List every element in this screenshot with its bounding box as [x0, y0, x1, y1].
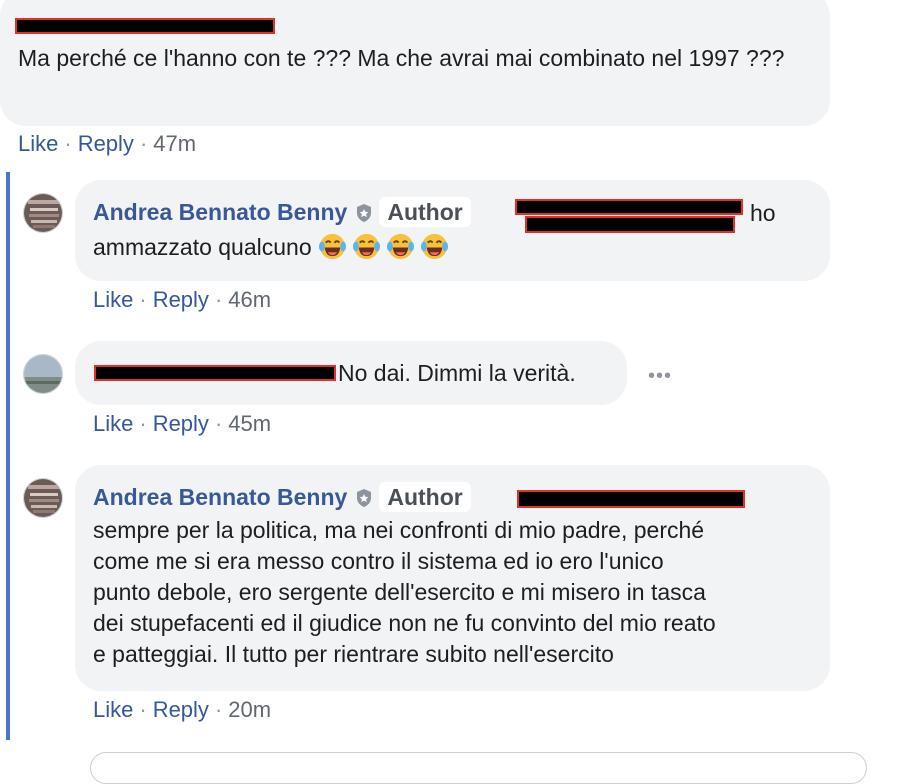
comment-line: punto debole, ero sergente dell'esercito… — [93, 579, 706, 605]
comment-text: sempre per la politica, ma nei confronti… — [93, 515, 823, 670]
comment-text: ammazzato qualcuno — [93, 234, 312, 260]
like-link[interactable]: Like — [93, 697, 133, 722]
comment-actions: Like · Reply · 47m — [18, 131, 197, 156]
reply-composer-input[interactable] — [90, 752, 867, 784]
redacted-author-name — [94, 365, 336, 381]
avatar[interactable] — [23, 193, 63, 233]
reply-link[interactable]: Reply — [153, 287, 209, 312]
comment-bubble-top: Ma perché ce l'hanno con te ??? Ma che a… — [0, 0, 830, 126]
avatar[interactable] — [23, 354, 63, 394]
comment-text: ho — [750, 200, 776, 226]
comment-actions: Like · Reply · 46m — [93, 287, 272, 312]
author-name[interactable]: Andrea Bennato Benny — [93, 199, 347, 225]
laughing-tears-emoji-icon — [318, 233, 347, 260]
timestamp[interactable]: 20m — [228, 697, 271, 722]
comment-line: e patteggiai. Il tutto per rientrare sub… — [93, 641, 614, 667]
like-link[interactable]: Like — [93, 287, 133, 312]
reply-link[interactable]: Reply — [78, 131, 134, 156]
redacted-mention — [515, 199, 743, 215]
comment-line: sempre per la politica, ma nei confronti… — [93, 517, 705, 543]
reply-link[interactable]: Reply — [153, 411, 209, 436]
comment-text: No dai. Dimmi la verità. — [338, 360, 576, 386]
author-name[interactable]: Andrea Bennato Benny — [93, 484, 347, 510]
redacted-author-name — [15, 18, 275, 34]
comment-actions: Like · Reply · 20m — [93, 697, 272, 722]
avatar[interactable] — [23, 478, 63, 518]
like-link[interactable]: Like — [18, 131, 58, 156]
reply-link[interactable]: Reply — [153, 697, 209, 722]
comment-actions: Like · Reply · 45m — [93, 411, 272, 436]
laughing-tears-emoji-icon — [420, 233, 449, 260]
timestamp[interactable]: 45m — [228, 411, 271, 436]
timestamp[interactable]: 47m — [153, 131, 196, 156]
comment-line: dei stupefacenti ed il giudice non ne fu… — [93, 610, 716, 636]
author-badge: Author — [379, 482, 471, 512]
comment-line: come me si era messo contro il sistema e… — [93, 548, 664, 574]
reply-thread-line — [6, 172, 10, 740]
redacted-mention — [517, 490, 745, 508]
reply-bubble: Andrea Bennato Benny Author sempre per la… — [75, 465, 830, 691]
redacted-mention — [525, 216, 735, 233]
shield-icon — [355, 485, 373, 516]
laughing-tears-emoji-icon — [352, 233, 381, 260]
like-link[interactable]: Like — [93, 411, 133, 436]
reply-bubble: Andrea Bennato Benny Author ho ammazzato … — [75, 180, 830, 281]
timestamp[interactable]: 46m — [228, 287, 271, 312]
shield-icon — [355, 200, 373, 231]
laughing-tears-emoji-icon — [386, 233, 415, 260]
reply-bubble: No dai. Dimmi la verità. — [75, 341, 627, 405]
comment-text: Ma perché ce l'hanno con te ??? Ma che a… — [18, 45, 785, 71]
emoji-list — [318, 233, 454, 260]
author-badge: Author — [379, 197, 471, 227]
more-horizontal-icon[interactable]: ••• — [648, 365, 672, 388]
